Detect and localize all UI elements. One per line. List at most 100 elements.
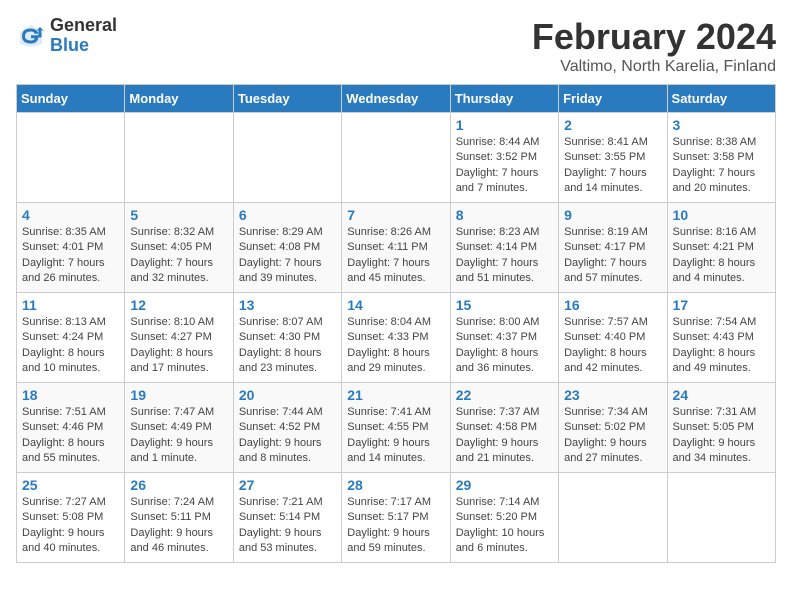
table-row — [667, 473, 775, 563]
header-tuesday: Tuesday — [233, 85, 341, 113]
day-info: Sunrise: 7:34 AM Sunset: 5:02 PM Dayligh… — [564, 405, 661, 467]
table-row: 4Sunrise: 8:35 AM Sunset: 4:01 PM Daylig… — [17, 203, 125, 293]
day-info: Sunrise: 8:41 AM Sunset: 3:55 PM Dayligh… — [564, 135, 661, 197]
logo: General Blue — [16, 16, 117, 56]
table-row: 6 Sunrise: 8:29 AM Sunset: 4:08 PM Daylig… — [233, 203, 341, 293]
day-info: Sunrise: 7:44 AM Sunset: 4:52 PM Dayligh… — [239, 405, 336, 467]
day-info: Sunrise: 8:23 AM Sunset: 4:14 PM Dayligh… — [456, 225, 553, 287]
day-number: 17 — [673, 297, 770, 313]
day-info: Sunrise: 8:44 AM Sunset: 3:52 PM Dayligh… — [456, 135, 553, 197]
table-row: 18 Sunrise: 7:51 AM Sunset: 4:46 PM Dayli… — [17, 383, 125, 473]
day-number: 26 — [130, 477, 227, 493]
header-friday: Friday — [559, 85, 667, 113]
day-number: 1 — [456, 117, 553, 133]
table-row: 15Sunrise: 8:00 AM Sunset: 4:37 PM Dayli… — [450, 293, 558, 383]
day-info: Sunrise: 8:16 AM Sunset: 4:21 PM Dayligh… — [673, 225, 770, 287]
table-row: 20 Sunrise: 7:44 AM Sunset: 4:52 PM Dayli… — [233, 383, 341, 473]
day-number: 15 — [456, 297, 553, 313]
header-monday: Monday — [125, 85, 233, 113]
calendar-table: SundayMondayTuesdayWednesdayThursdayFrid… — [16, 84, 776, 563]
day-info: Sunrise: 8:10 AM Sunset: 4:27 PM Dayligh… — [130, 315, 227, 377]
day-number: 2 — [564, 117, 661, 133]
table-row: 5 Sunrise: 8:32 AM Sunset: 4:05 PM Daylig… — [125, 203, 233, 293]
table-row: 9 Sunrise: 8:19 AM Sunset: 4:17 PM Daylig… — [559, 203, 667, 293]
table-row: 29Sunrise: 7:14 AM Sunset: 5:20 PM Dayli… — [450, 473, 558, 563]
header-sunday: Sunday — [17, 85, 125, 113]
day-info: Sunrise: 8:32 AM Sunset: 4:05 PM Dayligh… — [130, 225, 227, 287]
page-title: February 2024 — [532, 16, 776, 58]
day-number: 27 — [239, 477, 336, 493]
header-saturday: Saturday — [667, 85, 775, 113]
day-number: 8 — [456, 207, 553, 223]
day-info: Sunrise: 7:47 AM Sunset: 4:49 PM Dayligh… — [130, 405, 227, 467]
table-row: 27 Sunrise: 7:21 AM Sunset: 5:14 PM Dayli… — [233, 473, 341, 563]
day-info: Sunrise: 7:31 AM Sunset: 5:05 PM Dayligh… — [673, 405, 770, 467]
table-row: 12 Sunrise: 8:10 AM Sunset: 4:27 PM Dayli… — [125, 293, 233, 383]
day-info: Sunrise: 7:51 AM Sunset: 4:46 PM Dayligh… — [22, 405, 119, 467]
logo-blue-text: Blue — [50, 36, 117, 56]
table-row: 10 Sunrise: 8:16 AM Sunset: 4:21 PM Dayli… — [667, 203, 775, 293]
day-info: Sunrise: 8:29 AM Sunset: 4:08 PM Dayligh… — [239, 225, 336, 287]
day-number: 20 — [239, 387, 336, 403]
day-info: Sunrise: 7:54 AM Sunset: 4:43 PM Dayligh… — [673, 315, 770, 377]
day-info: Sunrise: 7:14 AM Sunset: 5:20 PM Dayligh… — [456, 495, 553, 557]
day-number: 6 — [239, 207, 336, 223]
day-number: 23 — [564, 387, 661, 403]
day-number: 10 — [673, 207, 770, 223]
week-row-3: 18 Sunrise: 7:51 AM Sunset: 4:46 PM Dayli… — [17, 383, 776, 473]
logo-general-text: General — [50, 16, 117, 36]
table-row: 7Sunrise: 8:26 AM Sunset: 4:11 PM Daylig… — [342, 203, 450, 293]
calendar-body: 1 Sunrise: 8:44 AM Sunset: 3:52 PM Daylig… — [17, 113, 776, 563]
table-row: 11 Sunrise: 8:13 AM Sunset: 4:24 PM Dayli… — [17, 293, 125, 383]
day-info: Sunrise: 8:07 AM Sunset: 4:30 PM Dayligh… — [239, 315, 336, 377]
table-row: 2 Sunrise: 8:41 AM Sunset: 3:55 PM Daylig… — [559, 113, 667, 203]
day-number: 11 — [22, 297, 119, 313]
table-row: 16Sunrise: 7:57 AM Sunset: 4:40 PM Dayli… — [559, 293, 667, 383]
header-wednesday: Wednesday — [342, 85, 450, 113]
week-row-2: 11 Sunrise: 8:13 AM Sunset: 4:24 PM Dayli… — [17, 293, 776, 383]
day-info: Sunrise: 8:19 AM Sunset: 4:17 PM Dayligh… — [564, 225, 661, 287]
title-section: February 2024 Valtimo, North Karelia, Fi… — [532, 16, 776, 76]
table-row — [233, 113, 341, 203]
table-row: 26Sunrise: 7:24 AM Sunset: 5:11 PM Dayli… — [125, 473, 233, 563]
table-row: 8 Sunrise: 8:23 AM Sunset: 4:14 PM Daylig… — [450, 203, 558, 293]
header-row: SundayMondayTuesdayWednesdayThursdayFrid… — [17, 85, 776, 113]
day-info: Sunrise: 8:13 AM Sunset: 4:24 PM Dayligh… — [22, 315, 119, 377]
table-row: 17 Sunrise: 7:54 AM Sunset: 4:43 PM Dayli… — [667, 293, 775, 383]
week-row-0: 1 Sunrise: 8:44 AM Sunset: 3:52 PM Daylig… — [17, 113, 776, 203]
logo-text: General Blue — [50, 16, 117, 56]
week-row-4: 25 Sunrise: 7:27 AM Sunset: 5:08 PM Dayli… — [17, 473, 776, 563]
page-header: General Blue February 2024 Valtimo, Nort… — [16, 16, 776, 76]
table-row: 28 Sunrise: 7:17 AM Sunset: 5:17 PM Dayli… — [342, 473, 450, 563]
day-number: 7 — [347, 207, 444, 223]
day-number: 21 — [347, 387, 444, 403]
day-number: 9 — [564, 207, 661, 223]
day-info: Sunrise: 7:21 AM Sunset: 5:14 PM Dayligh… — [239, 495, 336, 557]
table-row: 14Sunrise: 8:04 AM Sunset: 4:33 PM Dayli… — [342, 293, 450, 383]
day-number: 18 — [22, 387, 119, 403]
table-row — [342, 113, 450, 203]
day-info: Sunrise: 7:41 AM Sunset: 4:55 PM Dayligh… — [347, 405, 444, 467]
calendar-header: SundayMondayTuesdayWednesdayThursdayFrid… — [17, 85, 776, 113]
day-number: 19 — [130, 387, 227, 403]
day-number: 28 — [347, 477, 444, 493]
day-info: Sunrise: 7:27 AM Sunset: 5:08 PM Dayligh… — [22, 495, 119, 557]
table-row — [17, 113, 125, 203]
table-row: 21 Sunrise: 7:41 AM Sunset: 4:55 PM Dayli… — [342, 383, 450, 473]
day-number: 4 — [22, 207, 119, 223]
table-row: 19 Sunrise: 7:47 AM Sunset: 4:49 PM Dayli… — [125, 383, 233, 473]
table-row: 1 Sunrise: 8:44 AM Sunset: 3:52 PM Daylig… — [450, 113, 558, 203]
table-row: 3Sunrise: 8:38 AM Sunset: 3:58 PM Daylig… — [667, 113, 775, 203]
day-info: Sunrise: 7:17 AM Sunset: 5:17 PM Dayligh… — [347, 495, 444, 557]
day-number: 22 — [456, 387, 553, 403]
day-info: Sunrise: 7:37 AM Sunset: 4:58 PM Dayligh… — [456, 405, 553, 467]
day-number: 25 — [22, 477, 119, 493]
day-info: Sunrise: 8:38 AM Sunset: 3:58 PM Dayligh… — [673, 135, 770, 197]
day-info: Sunrise: 8:04 AM Sunset: 4:33 PM Dayligh… — [347, 315, 444, 377]
day-number: 5 — [130, 207, 227, 223]
day-number: 12 — [130, 297, 227, 313]
table-row: 13Sunrise: 8:07 AM Sunset: 4:30 PM Dayli… — [233, 293, 341, 383]
table-row: 22 Sunrise: 7:37 AM Sunset: 4:58 PM Dayli… — [450, 383, 558, 473]
logo-icon — [16, 21, 46, 51]
table-row: 25 Sunrise: 7:27 AM Sunset: 5:08 PM Dayli… — [17, 473, 125, 563]
